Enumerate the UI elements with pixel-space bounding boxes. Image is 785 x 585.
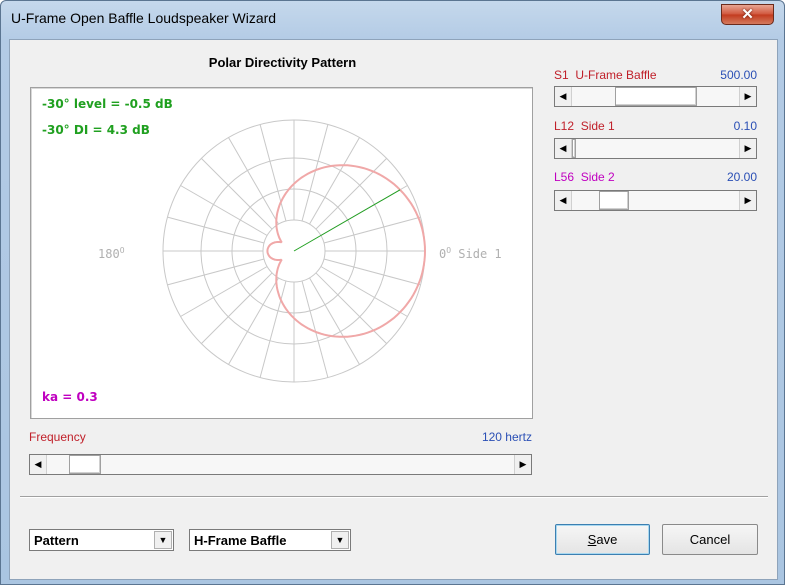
param-l12-scrollbar[interactable]: ◀ ▶ [554,138,757,159]
scroll-thumb[interactable] [69,455,101,474]
param-s1-label: S1 U-Frame Baffle [554,68,657,82]
cancel-button-label: Cancel [689,532,731,547]
scroll-right-arrow-icon[interactable]: ▶ [739,139,756,158]
param-code: L56 [554,170,575,184]
scroll-left-arrow-icon[interactable]: ◀ [555,139,572,158]
param-l56-scrollbar[interactable]: ◀ ▶ [554,190,757,211]
di-readout: -30° DI = 4.3 dB [42,123,150,137]
grid-spoke [323,216,421,244]
param-l56-value: 20.00 [726,170,757,184]
scroll-track[interactable] [572,191,739,210]
grid-spoke [259,124,287,222]
scroll-track[interactable] [572,139,739,158]
angle-indicator-line [293,189,401,252]
save-button[interactable]: Save [555,524,650,555]
grid-spoke [301,280,329,378]
cancel-button[interactable]: Cancel [662,524,758,555]
grid-spoke [167,216,265,244]
scroll-left-arrow-icon[interactable]: ◀ [555,191,572,210]
scroll-left-arrow-icon[interactable]: ◀ [30,455,47,474]
baffle-type-value: H-Frame Baffle [194,533,287,548]
param-l56-label: L56 Side 2 [554,170,615,184]
scroll-left-arrow-icon[interactable]: ◀ [555,87,572,106]
param-l12-label: L12 Side 1 [554,119,615,133]
param-name: U-Frame Baffle [575,68,657,82]
plot-title: Polar Directivity Pattern [208,55,357,70]
view-select[interactable]: Pattern ▼ [29,529,174,551]
chevron-down-icon[interactable]: ▼ [331,531,349,549]
scroll-thumb[interactable] [599,191,629,210]
param-name: Side 1 [580,119,615,133]
close-button[interactable]: ✕ [721,4,774,25]
scroll-track[interactable] [47,455,514,474]
scroll-thumb[interactable] [572,139,576,158]
grid-spoke [301,124,329,222]
dialog-client-area: Polar Directivity Pattern -30° level = -… [9,39,778,580]
frequency-value: 120 hertz [481,430,532,444]
window-title: U-Frame Open Baffle Loudspeaker Wizard [11,10,277,26]
degree-mark: O [446,246,452,255]
chevron-down-icon[interactable]: ▼ [154,531,172,549]
angle-label-180: 180O [98,246,125,261]
param-name: Side 2 [580,170,615,184]
scroll-right-arrow-icon[interactable]: ▶ [514,455,531,474]
scroll-track[interactable] [572,87,739,106]
frequency-label: Frequency [29,430,86,444]
param-s1-value: 500.00 [720,68,757,82]
param-l12-value: 0.10 [733,119,757,133]
view-select-value: Pattern [34,533,79,548]
angle-label-0: 0O Side 1 [439,246,502,261]
separator [20,496,768,498]
side-label: Side 1 [458,247,502,261]
title-bar[interactable]: U-Frame Open Baffle Loudspeaker Wizard ✕ [1,1,784,35]
close-icon: ✕ [741,6,754,23]
param-code: S1 [554,68,569,82]
level-readout: -30° level = -0.5 dB [42,97,173,111]
degree-mark: O [119,246,125,255]
grid-spoke [259,280,287,378]
param-code: L12 [554,119,575,133]
scroll-right-arrow-icon[interactable]: ▶ [739,191,756,210]
grid-spoke [323,258,421,286]
frequency-scrollbar[interactable]: ◀ ▶ [29,454,532,475]
ka-readout: ka = 0.3 [42,390,98,404]
scroll-right-arrow-icon[interactable]: ▶ [739,87,756,106]
wizard-window: U-Frame Open Baffle Loudspeaker Wizard ✕… [0,0,785,585]
angle-180-text: 180 [98,247,120,261]
polar-plot: -30° level = -0.5 dB -30° DI = 4.3 dB ka… [30,87,533,419]
param-s1-scrollbar[interactable]: ◀ ▶ [554,86,757,107]
save-button-label: Save [587,532,618,547]
baffle-type-select[interactable]: H-Frame Baffle ▼ [189,529,351,551]
scroll-thumb[interactable] [615,87,697,106]
grid-spoke [167,258,265,286]
